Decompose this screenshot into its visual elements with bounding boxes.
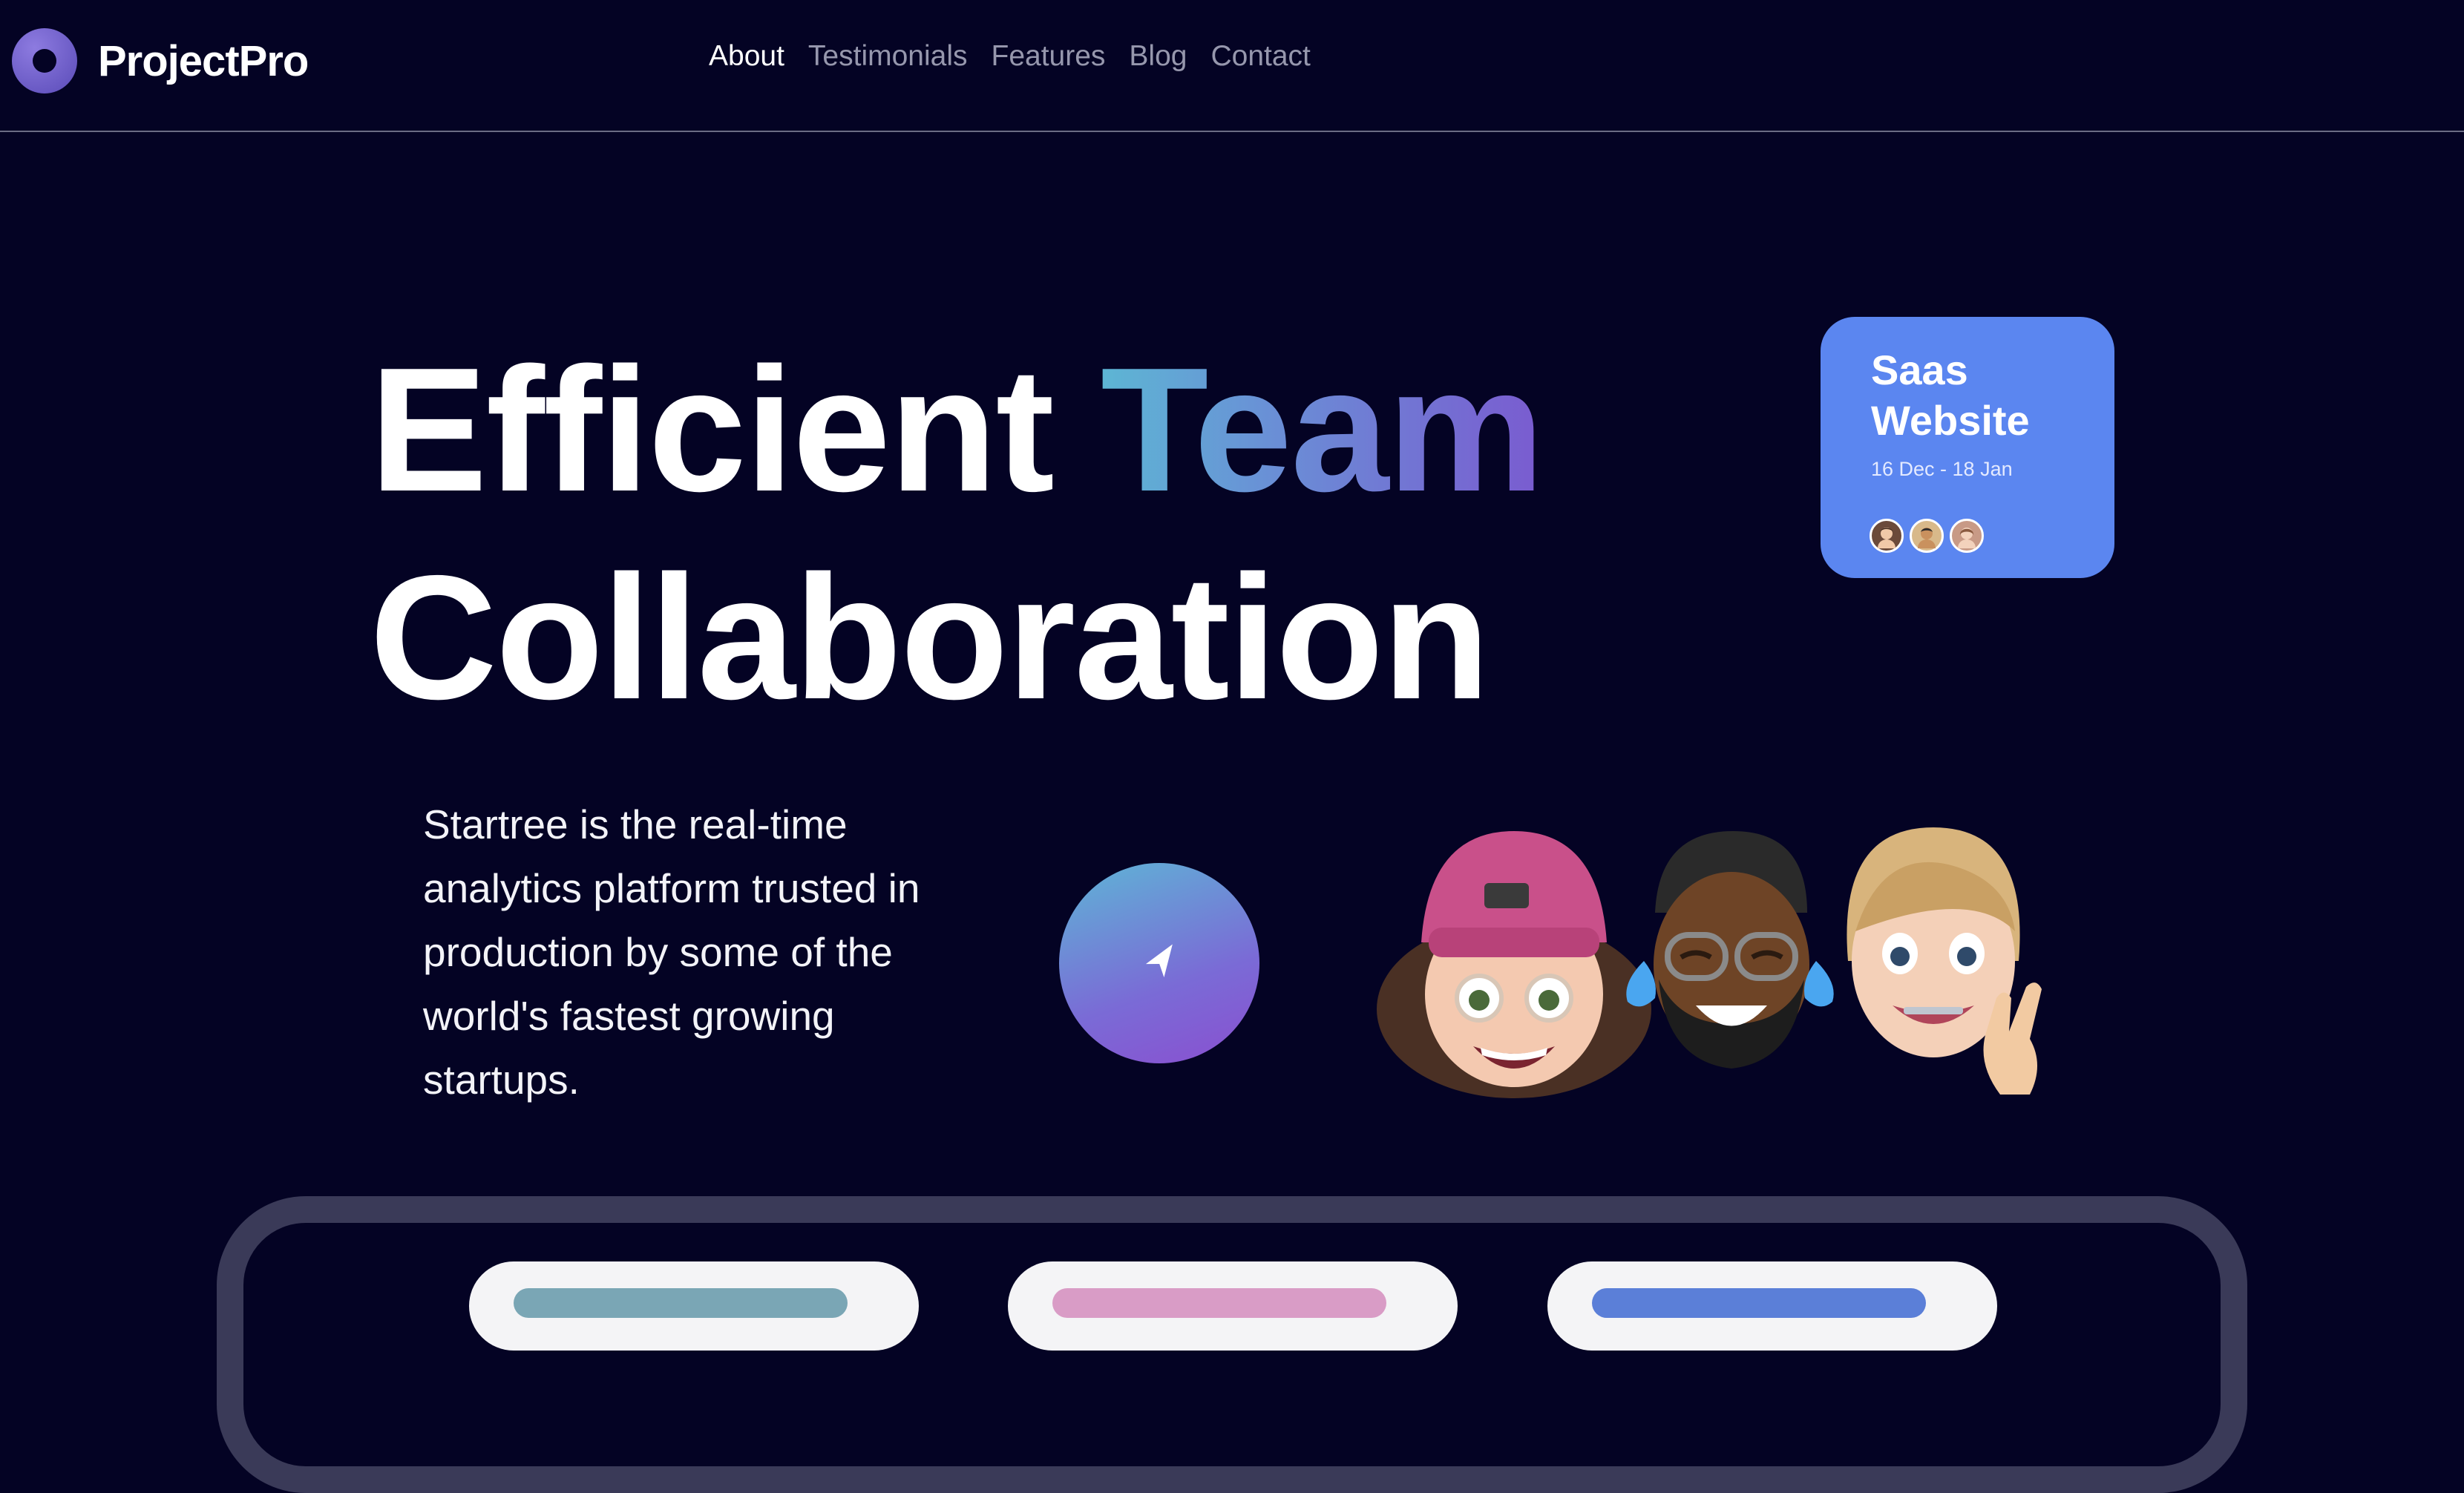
headline-word-collaboration: Collaboration xyxy=(370,539,1490,736)
avatar-woman-2-icon xyxy=(1950,519,1984,553)
project-card-avatars xyxy=(1870,519,1984,553)
preview-card-2[interactable] xyxy=(1008,1261,1458,1351)
nav-link-blog[interactable]: Blog xyxy=(1129,40,1187,73)
preview-card-2-strip xyxy=(1052,1288,1386,1318)
main-nav: About Testimonials Features Blog Contact xyxy=(709,40,1311,73)
navigation-arrow-icon xyxy=(1145,944,1173,978)
hero-description: Startree is the real-time analytics plat… xyxy=(423,801,920,1103)
preview-card-1-strip xyxy=(514,1288,848,1318)
top-navbar: ProjectPro About Testimonials Features B… xyxy=(0,0,2464,132)
memoji-man-crying-laughing-icon xyxy=(1626,831,1834,1069)
avatar-man-icon xyxy=(1910,519,1944,553)
nav-link-features[interactable]: Features xyxy=(992,40,1106,73)
nav-link-about[interactable]: About xyxy=(709,40,784,73)
avatar-woman-icon xyxy=(1870,519,1904,553)
preview-card-3[interactable] xyxy=(1547,1261,1997,1351)
nav-link-contact[interactable]: Contact xyxy=(1210,40,1310,73)
brand-logo[interactable]: ProjectPro xyxy=(12,28,309,93)
project-card-date: 16 Dec - 18 Jan xyxy=(1871,458,2013,480)
nav-link-testimonials[interactable]: Testimonials xyxy=(808,40,968,73)
memoji-woman-pink-beanie-icon xyxy=(1377,831,1651,1098)
memoji-woman-peace-sign-icon xyxy=(1847,827,2042,1095)
project-card[interactable]: Saas Website 16 Dec - 18 Jan xyxy=(1821,317,2114,578)
preview-card-3-strip xyxy=(1592,1288,1926,1318)
cta-button[interactable] xyxy=(1059,863,1259,1063)
headline-word-efficient: Efficient xyxy=(370,332,1055,528)
logo-ring-icon xyxy=(12,28,77,93)
preview-card-1[interactable] xyxy=(469,1261,919,1351)
hero-headline: Efficient Team Collaboration xyxy=(370,327,1544,742)
brand-name: ProjectPro xyxy=(98,36,309,85)
project-card-title: Saas Website xyxy=(1871,345,2114,446)
project-card-title-line2: Website xyxy=(1871,397,2030,444)
headline-word-team: Team xyxy=(1101,332,1544,528)
project-card-title-line1: Saas xyxy=(1871,347,1968,393)
